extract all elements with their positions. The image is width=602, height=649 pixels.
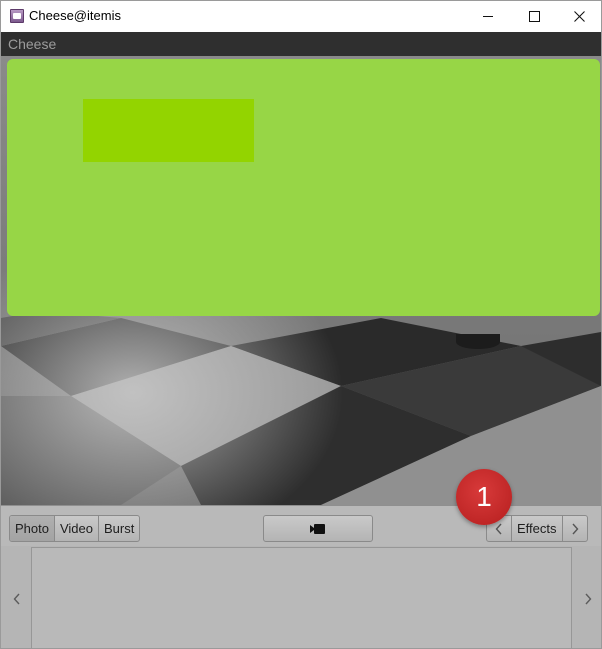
minimize-button[interactable] [465, 1, 511, 32]
chevron-right-icon [585, 593, 592, 605]
chevron-left-icon [495, 523, 502, 534]
chevron-left-icon [13, 593, 20, 605]
header-title: Cheese [8, 36, 57, 52]
effects-next-button[interactable] [561, 516, 587, 541]
overlay-inner-region [83, 99, 254, 162]
mode-photo-button[interactable]: Photo [10, 516, 55, 541]
window-title: Cheese@itemis [29, 8, 121, 23]
maximize-button[interactable] [511, 1, 557, 32]
thumbnails-prev-button[interactable] [10, 590, 24, 608]
thumbnail-bar [1, 546, 601, 648]
annotation-badge: 1 [456, 469, 512, 525]
mode-video-button[interactable]: Video [55, 516, 99, 541]
mode-switcher: Photo Video Burst [9, 515, 141, 542]
close-icon [573, 11, 585, 22]
close-button[interactable] [556, 1, 601, 32]
cheese-window: Cheese@itemis Cheese Photo Video Burst E… [0, 0, 602, 649]
thumbnails-next-button[interactable] [581, 590, 595, 608]
cheese-app-icon[interactable] [10, 9, 24, 23]
minimize-icon [482, 16, 493, 17]
chevron-right-icon [571, 523, 578, 534]
mode-burst-button[interactable]: Burst [99, 516, 139, 541]
take-photo-button[interactable] [263, 515, 373, 542]
maximize-icon [528, 11, 540, 22]
control-bar: Photo Video Burst Effects [1, 505, 601, 546]
overlay-region [7, 59, 600, 316]
effects-button[interactable]: Effects [512, 516, 562, 541]
window-titlebar[interactable]: Cheese@itemis [1, 1, 601, 32]
header-bar: Cheese [1, 32, 601, 56]
thumbnail-list[interactable] [31, 547, 572, 648]
camera-icon [310, 523, 325, 534]
